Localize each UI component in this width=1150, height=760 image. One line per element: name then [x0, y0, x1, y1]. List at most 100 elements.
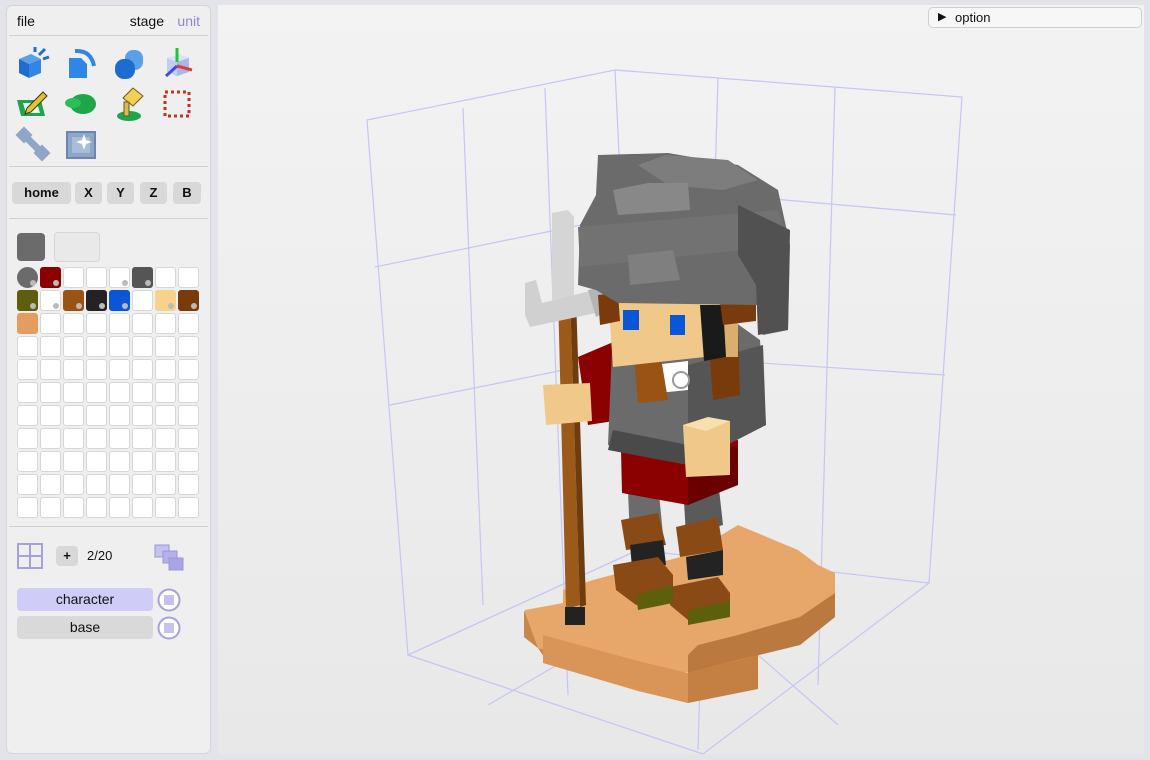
wrench-icon[interactable]: [15, 126, 51, 162]
palette-swatch[interactable]: [155, 290, 176, 311]
palette-swatch[interactable]: [109, 359, 130, 380]
palette-swatch[interactable]: [63, 382, 84, 403]
palette-swatch[interactable]: [178, 474, 199, 495]
palette-swatch[interactable]: [86, 336, 107, 357]
palette-swatch[interactable]: [132, 428, 153, 449]
voxel-scene[interactable]: [218, 5, 1144, 754]
palette-swatch[interactable]: [155, 267, 176, 288]
palette-swatch[interactable]: [86, 428, 107, 449]
palette-swatch[interactable]: [63, 336, 84, 357]
palette-swatch[interactable]: [86, 359, 107, 380]
move-gizmo-icon[interactable]: [159, 46, 195, 82]
layer-item-character[interactable]: character: [17, 588, 153, 611]
view-y-button[interactable]: Y: [107, 182, 134, 204]
paint-brush-icon[interactable]: [111, 86, 147, 122]
palette-swatch[interactable]: [155, 474, 176, 495]
palette-swatch[interactable]: [40, 451, 61, 472]
palette-swatch[interactable]: [40, 267, 61, 288]
palette-swatch[interactable]: [17, 474, 38, 495]
view-home-button[interactable]: home: [12, 182, 71, 204]
palette-swatch[interactable]: [63, 405, 84, 426]
palette-swatch[interactable]: [132, 359, 153, 380]
shine-cube-icon[interactable]: [63, 126, 99, 162]
palette-swatch[interactable]: [40, 405, 61, 426]
palette-swatch[interactable]: [86, 313, 107, 334]
palette-swatch[interactable]: [132, 336, 153, 357]
layer-visibility-icon[interactable]: [157, 588, 181, 612]
palette-swatch[interactable]: [178, 336, 199, 357]
duplicate-icon[interactable]: [111, 46, 147, 82]
palette-swatch[interactable]: [155, 382, 176, 403]
palette-swatch[interactable]: [155, 405, 176, 426]
palette-swatch[interactable]: [40, 313, 61, 334]
menu-file[interactable]: file: [17, 13, 35, 29]
palette-swatch[interactable]: [109, 313, 130, 334]
palette-swatch[interactable]: [155, 428, 176, 449]
palette-swatch[interactable]: [40, 336, 61, 357]
palette-swatch[interactable]: [17, 336, 38, 357]
palette-swatch[interactable]: [63, 497, 84, 518]
palette-swatch[interactable]: [40, 428, 61, 449]
palette-swatch[interactable]: [63, 267, 84, 288]
palette-swatch[interactable]: [17, 359, 38, 380]
palette-swatch[interactable]: [63, 474, 84, 495]
palette-swatch[interactable]: [40, 474, 61, 495]
view-b-button[interactable]: B: [173, 182, 201, 204]
palette-swatch[interactable]: [63, 451, 84, 472]
palette-swatch[interactable]: [63, 290, 84, 311]
palette-swatch[interactable]: [109, 451, 130, 472]
palette-swatch[interactable]: [109, 497, 130, 518]
palette-swatch[interactable]: [86, 405, 107, 426]
palette-swatch[interactable]: [17, 451, 38, 472]
palette-swatch[interactable]: [155, 497, 176, 518]
palette-swatch[interactable]: [17, 428, 38, 449]
extrude-icon[interactable]: [63, 46, 99, 82]
palette-swatch[interactable]: [40, 290, 61, 311]
palette-swatch[interactable]: [178, 405, 199, 426]
palette-swatch[interactable]: [40, 497, 61, 518]
palette-swatch[interactable]: [132, 497, 153, 518]
palette-swatch[interactable]: [86, 497, 107, 518]
palette-swatch[interactable]: [109, 267, 130, 288]
palette-swatch[interactable]: [178, 428, 199, 449]
grid-view-icon[interactable]: [17, 543, 43, 569]
palette-swatch[interactable]: [17, 405, 38, 426]
palette-swatch[interactable]: [109, 382, 130, 403]
palette-swatch[interactable]: [178, 290, 199, 311]
option-panel-toggle[interactable]: ▶ option: [928, 7, 1142, 28]
palette-swatch[interactable]: [132, 290, 153, 311]
menu-unit[interactable]: unit: [177, 13, 200, 29]
layer-visibility-icon[interactable]: [157, 616, 181, 640]
palette-swatch[interactable]: [86, 290, 107, 311]
palette-swatch[interactable]: [132, 405, 153, 426]
palette-swatch[interactable]: [109, 405, 130, 426]
palette-swatch[interactable]: [178, 451, 199, 472]
add-voxel-icon[interactable]: [15, 46, 51, 82]
palette-swatch[interactable]: [86, 267, 107, 288]
current-color-swatch[interactable]: [17, 233, 45, 261]
palette-swatch[interactable]: [155, 313, 176, 334]
palette-swatch[interactable]: [63, 428, 84, 449]
menu-stage[interactable]: stage: [130, 13, 164, 29]
palette-swatch[interactable]: [155, 359, 176, 380]
view-z-button[interactable]: Z: [140, 182, 167, 204]
secondary-color-swatch[interactable]: [54, 232, 100, 262]
palette-swatch[interactable]: [86, 382, 107, 403]
palette-swatch[interactable]: [86, 451, 107, 472]
palette-swatch[interactable]: [109, 336, 130, 357]
palette-swatch[interactable]: [109, 290, 130, 311]
palette-swatch[interactable]: [40, 382, 61, 403]
palette-swatch[interactable]: [178, 382, 199, 403]
palette-swatch[interactable]: [40, 359, 61, 380]
layer-item-base[interactable]: base: [17, 616, 153, 639]
palette-swatch[interactable]: [178, 313, 199, 334]
view-x-button[interactable]: X: [75, 182, 102, 204]
palette-swatch[interactable]: [178, 267, 199, 288]
palette-swatch[interactable]: [155, 451, 176, 472]
palette-swatch[interactable]: [109, 474, 130, 495]
add-layer-button[interactable]: +: [56, 546, 78, 566]
palette-swatch[interactable]: [132, 313, 153, 334]
palette-swatch[interactable]: [63, 359, 84, 380]
palette-swatch[interactable]: [17, 497, 38, 518]
selection-box-icon[interactable]: [159, 86, 195, 122]
